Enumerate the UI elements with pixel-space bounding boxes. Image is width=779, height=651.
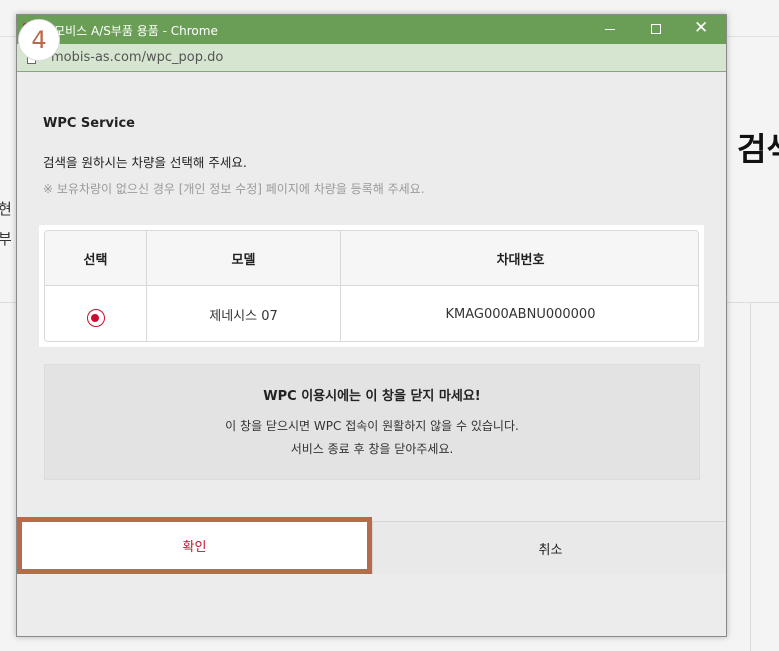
background-heading: 검색 (737, 130, 779, 168)
address-bar: mobis-as.com/wpc_pop.do (17, 44, 726, 72)
cancel-button[interactable]: 취소 (372, 522, 726, 574)
popup-content: WPC Service 검색을 원하시는 차량을 선택해 주세요. ※ 보유차량… (17, 72, 726, 636)
warning-box: WPC 이용시에는 이 창을 닫지 마세요! 이 창을 닫으시면 WPC 접속이… (44, 364, 700, 480)
column-header-model: 모델 (147, 231, 341, 285)
minimize-button[interactable] (587, 15, 633, 44)
step-number-badge: 4 (18, 19, 60, 61)
minimize-icon (605, 29, 615, 30)
column-header-select: 선택 (45, 231, 147, 285)
background-text: 현 (0, 200, 12, 218)
vin-cell: KMAG000ABNU000000 (445, 306, 596, 322)
select-cell (45, 286, 147, 341)
warning-text: 서비스 종료 후 창을 닫아주세요. (290, 442, 454, 456)
maximize-icon (651, 24, 661, 34)
window-title: 대모비스 A/S부품 용품 - Chrome (43, 24, 218, 38)
model-cell: 제네시스 07 (147, 286, 341, 341)
table-header-row: 선택 모델 차대번호 (45, 231, 698, 286)
vehicle-table-highlight: 선택 모델 차대번호 제네시스 07 KMAG000ABNU000000 (39, 225, 704, 347)
vehicle-table: 선택 모델 차대번호 제네시스 07 KMAG000ABNU000000 (44, 230, 699, 342)
column-header-vin: 차대번호 (496, 252, 545, 268)
vehicle-select-radio[interactable] (86, 309, 105, 327)
note-text: ※ 보유차량이 없으신 경우 [개인 정보 수정] 페이지에 차량을 등록해 주… (43, 182, 425, 196)
close-window-button[interactable]: ✕ (679, 15, 725, 44)
warning-title: WPC 이용시에는 이 창을 닫지 마세요! (263, 389, 481, 404)
warning-text: 이 창을 닫으시면 WPC 접속이 원활하지 않을 수 있습니다. (225, 419, 519, 433)
service-title: WPC Service (43, 116, 135, 131)
confirm-button[interactable]: 확인 (17, 517, 372, 574)
close-icon: ✕ (694, 18, 709, 38)
instruction-text: 검색을 원하시는 차량을 선택해 주세요. (43, 155, 247, 170)
confirm-button-label: 확인 (182, 540, 207, 555)
window-titlebar[interactable]: 대모비스 A/S부품 용품 - Chrome ✕ (17, 15, 726, 44)
wpc-popup-window: 대모비스 A/S부품 용품 - Chrome ✕ mobis-as.com/wp… (16, 14, 727, 637)
table-row[interactable]: 제네시스 07 KMAG000ABNU000000 (45, 286, 698, 341)
maximize-button[interactable] (633, 15, 679, 44)
url-text: mobis-as.com/wpc_pop.do (51, 50, 224, 65)
background-text: 부 (0, 230, 12, 248)
column-divider (750, 302, 751, 651)
